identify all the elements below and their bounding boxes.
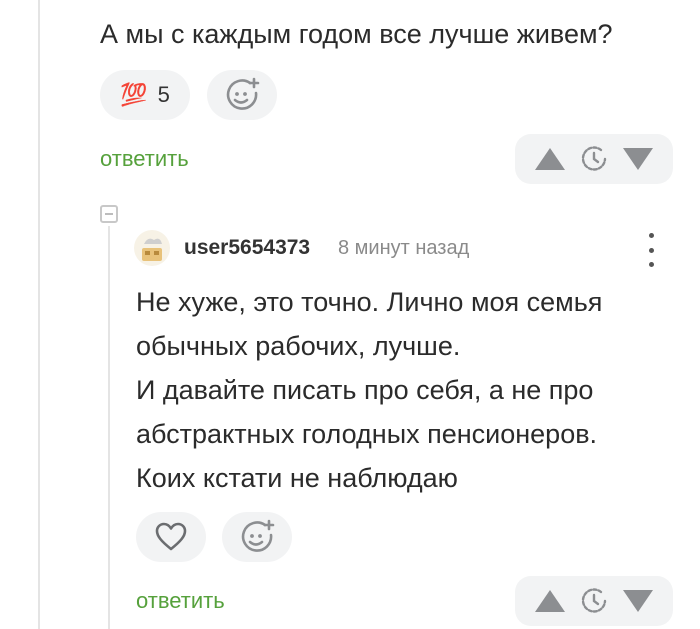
parent-reply-link[interactable]: ответить bbox=[100, 146, 189, 172]
reply-line: Не хуже, это точно. Лично моя семья bbox=[136, 287, 603, 317]
smile-plus-icon bbox=[226, 77, 260, 110]
clock-icon[interactable] bbox=[580, 587, 608, 615]
reply-vote-box bbox=[515, 576, 673, 626]
parent-comment-text: А мы с каждым годом все лучше живем? bbox=[100, 19, 613, 49]
add-reaction-button[interactable] bbox=[207, 70, 277, 120]
triangle-down-icon[interactable] bbox=[623, 590, 654, 612]
kebab-icon[interactable] bbox=[646, 233, 656, 267]
reply-thread-line bbox=[108, 226, 110, 629]
reply-line: Коих кстати не наблюдаю bbox=[136, 463, 458, 493]
like-button[interactable] bbox=[136, 512, 206, 562]
smile-plus-icon bbox=[241, 519, 275, 552]
avatar[interactable] bbox=[134, 230, 170, 266]
comment-timestamp: 8 минут назад bbox=[338, 237, 470, 259]
add-reaction-button[interactable] bbox=[222, 512, 292, 562]
triangle-down-icon[interactable] bbox=[623, 148, 654, 170]
triangle-up-icon[interactable] bbox=[534, 590, 565, 612]
reply-comment-text: Не хуже, это точно. Лично моя семья обыч… bbox=[136, 280, 602, 500]
heart-icon bbox=[155, 522, 187, 551]
author-name[interactable]: user5654373 bbox=[184, 236, 310, 260]
parent-vote-box bbox=[515, 134, 673, 184]
reaction-count: 5 bbox=[157, 82, 170, 107]
clock-icon[interactable] bbox=[580, 145, 608, 173]
parent-thread-line bbox=[38, 0, 40, 629]
reaction-100-button[interactable]: 💯 5 bbox=[100, 70, 190, 120]
reply-line: абстрактных голодных пенсионеров. bbox=[136, 419, 598, 449]
reply-line: обычных рабочих, лучше. bbox=[136, 331, 461, 361]
minus-square-icon[interactable] bbox=[100, 205, 118, 223]
reply-reply-link[interactable]: ответить bbox=[136, 588, 225, 614]
hundred-points-icon: 💯 bbox=[120, 82, 148, 108]
triangle-up-icon[interactable] bbox=[534, 148, 565, 170]
reply-line: И давайте писать про себя, а не про bbox=[136, 375, 594, 405]
